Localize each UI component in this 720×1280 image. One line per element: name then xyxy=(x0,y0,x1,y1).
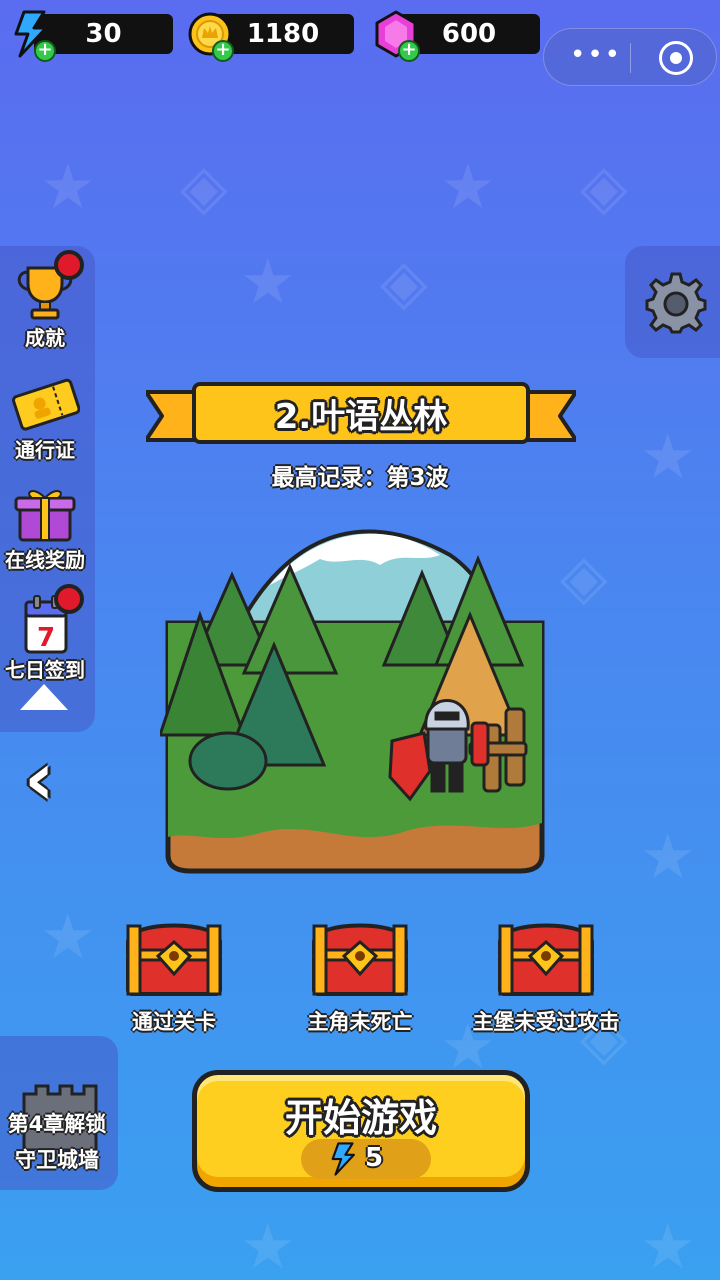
side-item-achievements[interactable]: 成就 xyxy=(0,250,90,351)
add-coins-plus-icon[interactable]: + xyxy=(212,40,234,62)
add-energy-plus-icon[interactable]: + xyxy=(34,40,56,62)
chapter-unlock-panel[interactable]: 第4章解锁 守卫城墙 xyxy=(0,1036,118,1190)
reward-chest-base-undamaged[interactable]: 主堡未受过攻击 xyxy=(446,912,646,1036)
reward-chest-hero-survive[interactable]: 主角未死亡 xyxy=(260,912,460,1036)
start-game-label: 开始游戏 xyxy=(284,1096,437,1140)
chapter-unlock-line1: 第4章解锁 xyxy=(7,1112,107,1136)
collapse-menu-arrow-icon[interactable] xyxy=(20,684,68,710)
reward-label-hero-survive: 主角未死亡 xyxy=(307,1010,413,1034)
gift-icon xyxy=(10,484,80,544)
level-title: 2.叶语丛林 xyxy=(192,382,530,444)
add-gems-plus-icon[interactable]: + xyxy=(398,40,420,62)
side-item-pass[interactable]: 通行证 xyxy=(0,374,90,463)
calendar-icon: 7 xyxy=(10,584,84,654)
close-miniprogram-icon[interactable] xyxy=(659,41,693,75)
energy-cost-value: 5 xyxy=(365,1143,384,1173)
settings-button[interactable] xyxy=(625,246,720,358)
best-record: 最高记录：第3波 xyxy=(271,465,449,491)
chapter-unlock-line2: 守卫城墙 xyxy=(15,1148,99,1172)
previous-level-chevron-icon[interactable]: ‹ xyxy=(24,742,80,818)
gem-counter[interactable]: 600 + xyxy=(372,10,540,62)
online-rewards-label: 在线奖励 xyxy=(5,548,85,572)
notification-dot xyxy=(54,250,84,280)
menu-capsule: ••• xyxy=(543,28,717,86)
level-banner: 2.叶语丛林 xyxy=(146,378,576,450)
calendar-day-number: 7 xyxy=(37,623,55,653)
checkin-label: 七日签到 xyxy=(5,658,85,682)
gear-icon xyxy=(645,272,707,334)
achievements-label: 成就 xyxy=(25,326,65,350)
energy-counter[interactable]: 30 + xyxy=(8,10,173,62)
treasure-chest-icon xyxy=(498,923,594,996)
energy-cost: 5 xyxy=(301,1139,431,1179)
lightning-icon xyxy=(331,1142,355,1176)
chapter-unlock-text: 第4章解锁 守卫城墙 xyxy=(0,1106,116,1178)
more-menu-icon[interactable]: ••• xyxy=(570,42,622,68)
treasure-chest-icon xyxy=(312,923,408,996)
trophy-icon xyxy=(10,250,84,322)
reward-chest-clear-level[interactable]: 通过关卡 xyxy=(74,912,274,1036)
ticket-icon xyxy=(10,374,81,434)
treasure-chest-icon xyxy=(126,923,222,996)
reward-label-base-undamaged: 主堡未受过攻击 xyxy=(472,1010,620,1034)
notification-dot xyxy=(54,584,84,614)
coin-counter[interactable]: 1180 + xyxy=(186,12,354,62)
reward-label-clear-level: 通过关卡 xyxy=(132,1010,216,1034)
level-scene-illustration[interactable] xyxy=(160,515,550,877)
side-item-seven-day-checkin[interactable]: 7 七日签到 xyxy=(0,584,90,683)
side-item-online-rewards[interactable]: 在线奖励 xyxy=(0,484,90,573)
capsule-divider xyxy=(630,43,631,73)
start-game-button[interactable]: 开始游戏 5 xyxy=(192,1070,530,1192)
